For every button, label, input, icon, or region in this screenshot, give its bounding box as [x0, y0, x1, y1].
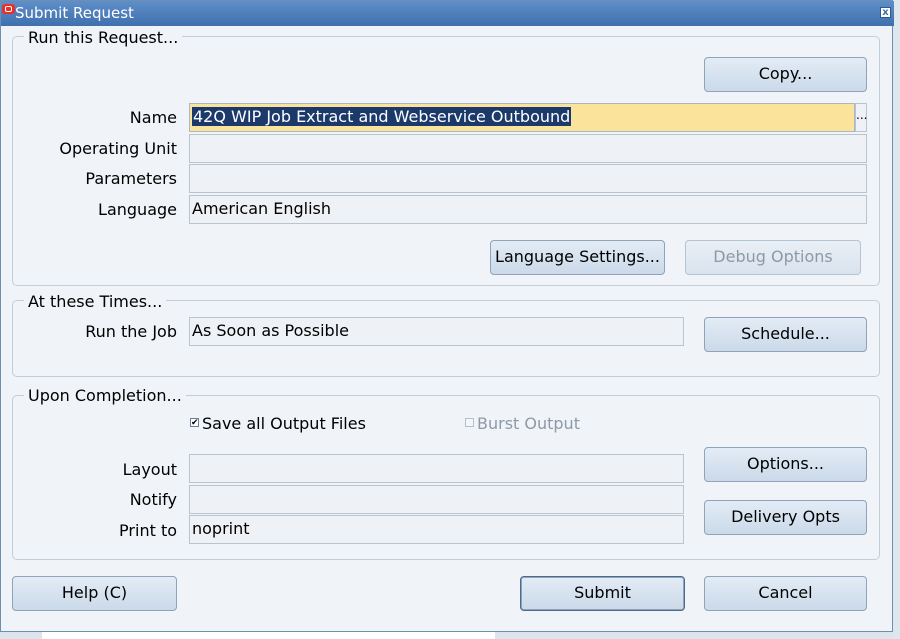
delivery-opts-button[interactable]: Delivery Opts	[704, 500, 867, 535]
language-label: Language	[98, 200, 177, 219]
parameters-field[interactable]	[189, 164, 867, 193]
language-settings-button[interactable]: Language Settings...	[490, 240, 665, 275]
language-field[interactable]: American English	[189, 195, 867, 224]
layout-label: Layout	[122, 460, 177, 479]
background-window-edge	[893, 0, 900, 639]
completion-title: Upon Completion...	[24, 386, 186, 405]
notify-label: Notify	[129, 490, 177, 509]
run-job-field[interactable]: As Soon as Possible	[189, 317, 684, 346]
check-mark-icon: ✔	[191, 418, 199, 428]
window-title: Submit Request	[15, 4, 134, 22]
layout-field[interactable]	[189, 454, 684, 483]
cancel-button[interactable]: Cancel	[704, 576, 867, 611]
run-request-title: Run this Request...	[24, 28, 183, 47]
submit-request-window: Submit Request x Run this Request... Cop…	[0, 0, 894, 632]
schedule-button[interactable]: Schedule...	[704, 317, 867, 352]
background-bottom-field	[42, 632, 495, 639]
help-button[interactable]: Help (C)	[12, 576, 177, 611]
ellipsis-icon[interactable]: ...	[855, 103, 867, 132]
name-label: Name	[129, 108, 177, 127]
options-button[interactable]: Options...	[704, 447, 867, 482]
name-value: 42Q WIP Job Extract and Webservice Outbo…	[192, 107, 572, 126]
print-to-label: Print to	[119, 521, 177, 540]
debug-options-button[interactable]: Debug Options	[685, 240, 861, 275]
burst-output-checkbox[interactable]	[465, 418, 474, 427]
times-title: At these Times...	[24, 292, 167, 311]
print-to-field[interactable]: noprint	[189, 515, 684, 544]
save-output-label: Save all Output Files	[202, 414, 366, 433]
submit-button[interactable]: Submit	[520, 576, 685, 611]
parameters-label: Parameters	[85, 169, 177, 188]
run-job-label: Run the Job	[85, 322, 177, 341]
notify-field[interactable]	[189, 485, 684, 514]
burst-output-label: Burst Output	[477, 414, 580, 433]
operating-unit-field[interactable]	[189, 134, 867, 163]
close-icon[interactable]: x	[880, 7, 891, 18]
name-field[interactable]: 42Q WIP Job Extract and Webservice Outbo…	[189, 103, 855, 132]
oracle-logo-icon	[2, 4, 15, 14]
save-output-checkbox[interactable]: ✔	[190, 418, 199, 428]
operating-unit-label: Operating Unit	[59, 139, 177, 158]
title-bar[interactable]: Submit Request x	[1, 1, 894, 26]
copy-button[interactable]: Copy...	[704, 57, 867, 92]
